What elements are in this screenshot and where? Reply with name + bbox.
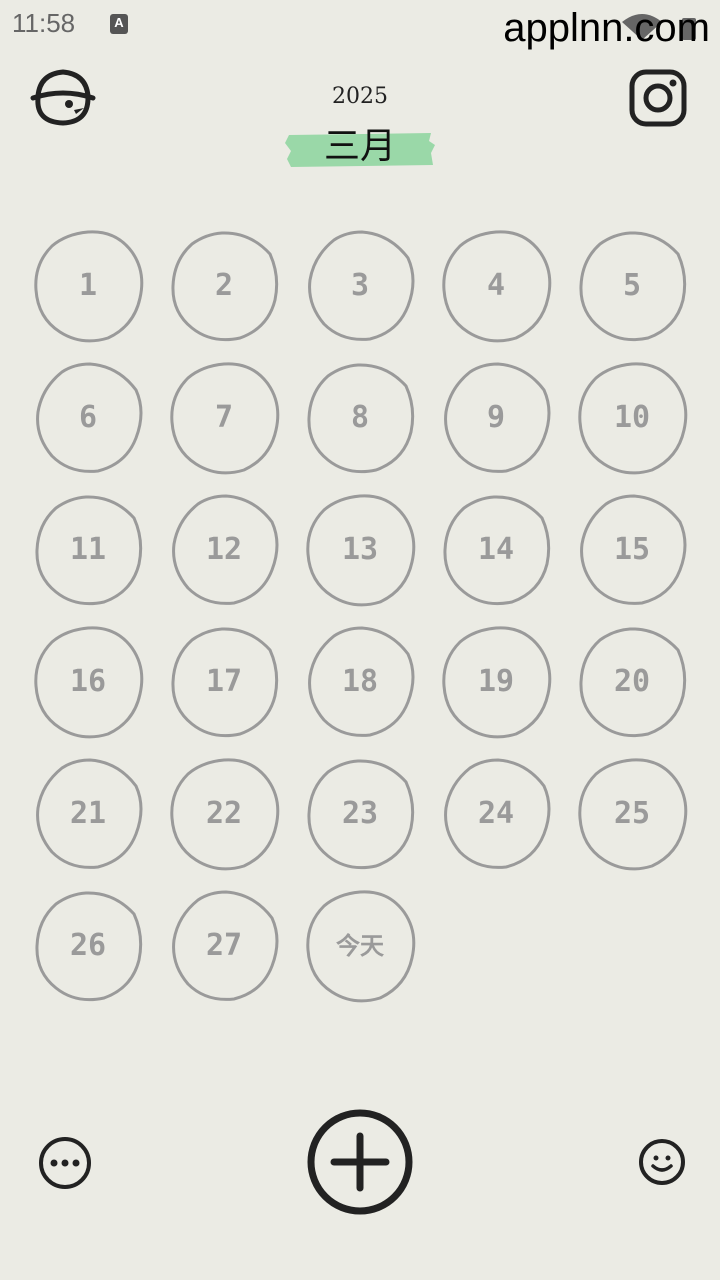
day-number: 25 [613,796,651,831]
watermark-text: applnn.com [503,6,710,50]
day-cell[interactable]: 9 [438,360,554,476]
day-cell[interactable]: 15 [574,492,690,608]
more-options-icon[interactable] [38,1136,92,1190]
a-letter-icon: A [110,14,128,34]
smile-icon[interactable] [638,1138,686,1186]
day-cell[interactable]: 4 [438,228,554,344]
day-cell[interactable]: 12 [166,492,282,608]
month-header: 2025 三月 [260,84,460,167]
day-cell[interactable]: 24 [438,756,554,872]
day-cell[interactable]: 17 [166,624,282,740]
day-number: 17 [205,664,243,699]
day-cell[interactable]: 今天 [302,888,418,1004]
day-number: 20 [613,664,651,699]
day-number: 21 [69,796,107,831]
day-cell[interactable]: 27 [166,888,282,1004]
day-number: 15 [613,532,651,567]
day-cell[interactable]: 10 [574,360,690,476]
day-number: 8 [350,400,370,435]
month-title[interactable]: 三月 [285,117,435,169]
day-number: 11 [69,532,107,567]
day-cell[interactable]: 21 [30,756,146,872]
day-number: 14 [477,532,515,567]
day-number: 3 [350,268,370,303]
day-number: 16 [69,664,107,699]
day-cell[interactable]: 20 [574,624,690,740]
day-number: 7 [214,400,234,435]
day-number: 18 [341,664,379,699]
day-cell[interactable]: 23 [302,756,418,872]
day-number: 1 [78,268,98,303]
day-number: 4 [486,268,506,303]
day-number: 2 [214,268,234,303]
day-number: 26 [69,928,107,963]
day-cell[interactable]: 18 [302,624,418,740]
day-cell[interactable]: 8 [302,360,418,476]
status-bar: 11:58 A applnn.com [0,0,720,50]
day-number: 24 [477,796,515,831]
day-cell[interactable]: 22 [166,756,282,872]
day-cell[interactable]: 6 [30,360,146,476]
day-cell[interactable]: 13 [302,492,418,608]
day-cell[interactable]: 19 [438,624,554,740]
day-number: 27 [205,928,243,963]
day-number: 5 [622,268,642,303]
status-time: 11:58 [12,8,76,38]
bird-hat-avatar-icon[interactable] [30,66,96,128]
day-cell[interactable]: 16 [30,624,146,740]
day-cell[interactable]: 25 [574,756,690,872]
today-label: 今天 [336,932,384,960]
day-cell[interactable]: 2 [166,228,282,344]
add-icon[interactable] [306,1108,414,1216]
day-cell[interactable]: 14 [438,492,554,608]
day-cell[interactable]: 26 [30,888,146,1004]
year-label: 2025 [332,84,388,109]
day-number: 6 [78,400,98,435]
day-cell[interactable]: 5 [574,228,690,344]
day-cell[interactable]: 1 [30,228,146,344]
day-cell[interactable]: 7 [166,360,282,476]
day-number: 12 [205,532,243,567]
day-number: 23 [341,796,379,831]
day-cell[interactable]: 11 [30,492,146,608]
month-title-wrap: 三月 [285,117,435,167]
day-number: 9 [486,400,506,435]
day-number: 22 [205,796,243,831]
day-number: 19 [477,664,515,699]
instagram-icon[interactable] [628,68,688,128]
day-cell[interactable]: 3 [302,228,418,344]
day-number: 10 [613,400,651,435]
day-number: 13 [341,532,379,567]
